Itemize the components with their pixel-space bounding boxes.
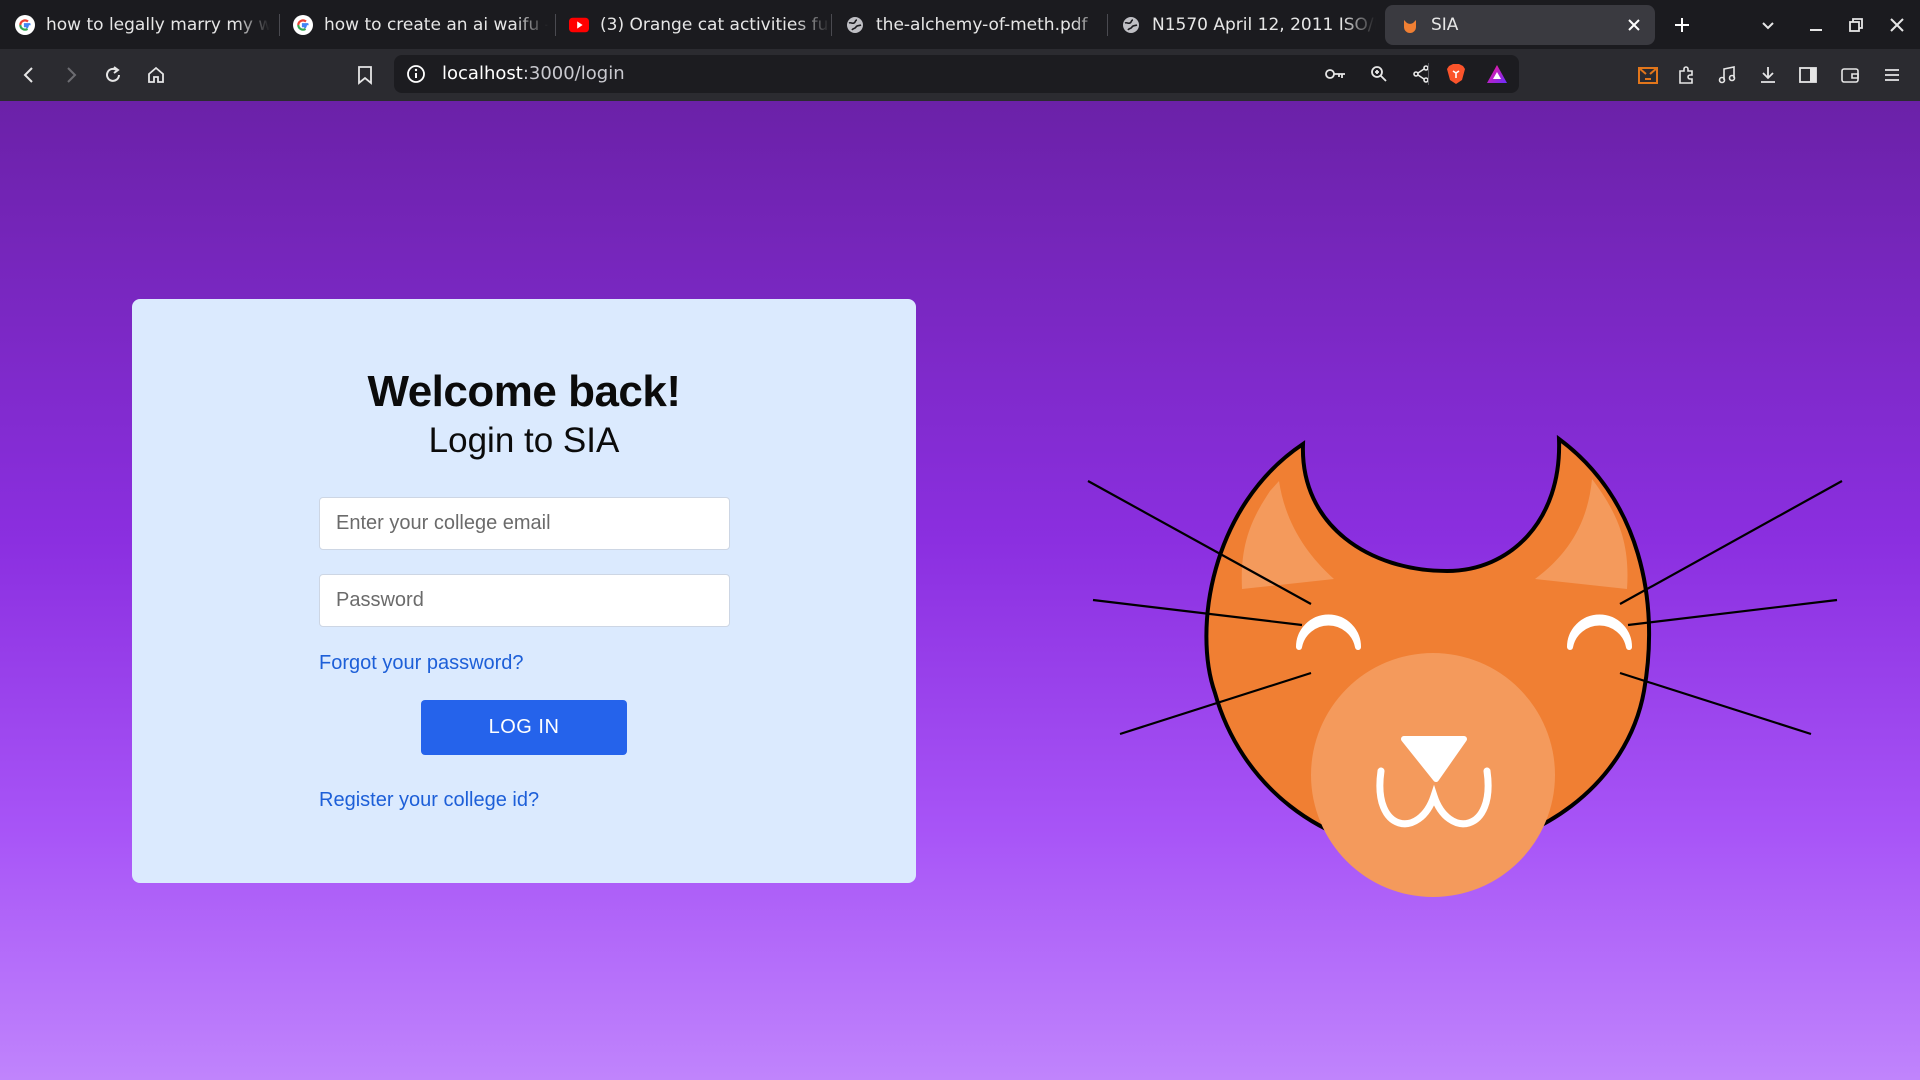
- url-text[interactable]: localhost:3000/login: [442, 63, 625, 84]
- reload-icon: [106, 66, 120, 82]
- close-icon[interactable]: [1623, 14, 1645, 36]
- page-content: Welcome back! Login to SIA Forgot your p…: [0, 101, 1920, 1080]
- browser-toolbar: localhost:3000/login: [0, 49, 1920, 101]
- back-button[interactable]: [13, 59, 45, 91]
- google-icon: [293, 15, 313, 35]
- cat-favicon-icon: [1400, 15, 1420, 35]
- globe-icon: [1121, 15, 1141, 35]
- new-tab-button[interactable]: [1667, 10, 1697, 40]
- tab-title: N1570 April 12, 2011 ISO/IEC: [1152, 15, 1376, 35]
- tab-title: (3) Orange cat activities funny: [600, 15, 830, 35]
- login-subheading: Login to SIA: [428, 421, 620, 460]
- globe-icon: [845, 15, 865, 35]
- login-button[interactable]: LOG IN: [421, 700, 627, 755]
- minimize-button[interactable]: [1801, 10, 1831, 40]
- password-input[interactable]: [319, 574, 730, 627]
- menu-icon[interactable]: [1876, 59, 1908, 91]
- tab-title: how to create an ai waifu - Google: [324, 15, 548, 35]
- bookmark-icon: [358, 66, 372, 85]
- url-divider: [1428, 63, 1429, 85]
- brave-rewards-icon[interactable]: [1484, 61, 1510, 87]
- url-host: localhost: [442, 63, 523, 84]
- cat-illustration: [1087, 434, 1843, 897]
- home-button[interactable]: [140, 59, 172, 91]
- forgot-password-link[interactable]: Forgot your password?: [319, 652, 524, 675]
- register-link[interactable]: Register your college id?: [319, 789, 539, 812]
- wallet-icon[interactable]: [1834, 59, 1866, 91]
- reload-button[interactable]: [97, 59, 129, 91]
- share-icon[interactable]: [1408, 61, 1434, 87]
- tab-6-active[interactable]: SIA: [1385, 5, 1655, 45]
- google-icon: [15, 15, 35, 35]
- window-close-button[interactable]: [1882, 10, 1912, 40]
- login-card: Welcome back! Login to SIA Forgot your p…: [132, 299, 916, 883]
- minimize-icon: [1810, 29, 1822, 31]
- chevron-down-icon: [1762, 22, 1774, 30]
- restore-button[interactable]: [1841, 10, 1871, 40]
- youtube-icon: [569, 15, 589, 35]
- extensions-icon[interactable]: [1670, 59, 1702, 91]
- close-icon: [1890, 18, 1904, 32]
- site-info-icon[interactable]: [406, 64, 426, 84]
- zoom-icon[interactable]: [1366, 61, 1392, 87]
- tab-4[interactable]: the-alchemy-of-meth.pdf: [830, 5, 1106, 45]
- tab-5[interactable]: N1570 April 12, 2011 ISO/IEC: [1106, 5, 1376, 45]
- media-icon[interactable]: [1711, 59, 1743, 91]
- tab-title: how to legally marry my waifu: [46, 15, 270, 35]
- tab-title: the-alchemy-of-meth.pdf: [876, 15, 1088, 35]
- url-path: :3000/login: [522, 63, 625, 84]
- address-bar[interactable]: localhost:3000/login: [394, 55, 1519, 93]
- back-arrow-icon: [23, 67, 33, 83]
- forward-button[interactable]: [55, 59, 87, 91]
- bookmark-button[interactable]: [349, 59, 381, 91]
- plus-icon: [1675, 18, 1689, 32]
- tab-1[interactable]: how to legally marry my waifu: [0, 5, 270, 45]
- email-input[interactable]: [319, 497, 730, 550]
- home-icon: [148, 66, 164, 83]
- sidebar-icon[interactable]: [1792, 59, 1824, 91]
- tab-title: SIA: [1431, 15, 1459, 35]
- tab-strip: how to legally marry my waifu how to cre…: [0, 0, 1920, 49]
- brave-shields-icon[interactable]: [1443, 61, 1469, 87]
- downloads-icon[interactable]: [1752, 59, 1784, 91]
- restore-icon: [1849, 18, 1863, 32]
- welcome-heading: Welcome back!: [367, 367, 681, 416]
- tab-2[interactable]: how to create an ai waifu - Google: [278, 5, 548, 45]
- forward-arrow-icon: [67, 67, 77, 83]
- password-key-icon[interactable]: [1323, 61, 1349, 87]
- tab-list-button[interactable]: [1753, 10, 1783, 40]
- metamask-wallet-icon[interactable]: [1632, 59, 1664, 91]
- tab-3[interactable]: (3) Orange cat activities funny: [554, 5, 830, 45]
